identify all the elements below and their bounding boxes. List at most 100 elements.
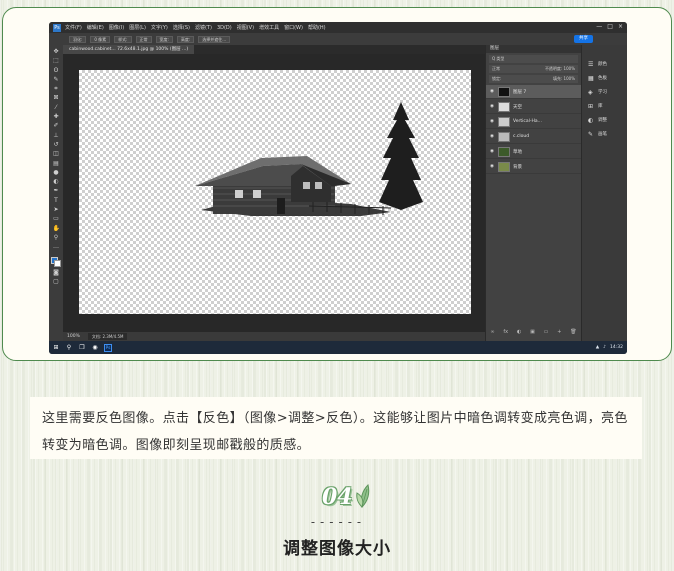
layer-name[interactable]: 背景 xyxy=(513,164,581,170)
menu-window[interactable]: 窗口(W) xyxy=(284,24,303,31)
layer-row[interactable]: ◉ 草地 xyxy=(486,145,581,159)
crop-tool-icon[interactable]: ⌗ xyxy=(53,86,60,92)
layer-row[interactable]: ◉ c.cloud xyxy=(486,130,581,144)
divider-dashes: ------ xyxy=(309,515,365,529)
layer-style-icon[interactable]: fx xyxy=(503,329,508,335)
layer-row[interactable]: ◉ 天空 xyxy=(486,100,581,114)
screen-mode-icon[interactable]: ▢ xyxy=(53,279,60,285)
eye-icon[interactable]: ◉ xyxy=(490,134,495,139)
document-tab[interactable]: cabinwood.cabinet... 72.6x48.1.jpg @ 100… xyxy=(63,45,195,54)
feather-input[interactable]: 0 像素 xyxy=(90,35,111,43)
dock-adjustments[interactable]: ◐ 调整 xyxy=(582,113,627,127)
lasso-tool-icon[interactable]: ʘ xyxy=(53,67,60,74)
quick-select-tool-icon[interactable]: ✎ xyxy=(53,76,60,83)
move-tool-icon[interactable]: ✥ xyxy=(53,49,60,55)
menu-3d[interactable]: 3D(D) xyxy=(217,25,232,31)
dock-brushes[interactable]: ✎ 画笔 xyxy=(582,127,627,141)
minimize-icon[interactable]: — xyxy=(596,23,602,30)
select-and-mask-button[interactable]: 选择并遮住... xyxy=(198,35,231,43)
layer-mask-icon[interactable]: ▣ xyxy=(530,329,535,335)
link-layers-icon[interactable]: ∞ xyxy=(490,329,494,335)
menu-plugins[interactable]: 增效工具 xyxy=(259,24,279,31)
frame-tool-icon[interactable]: ⊠ xyxy=(53,95,60,101)
layer-name[interactable]: 图层 7 xyxy=(513,89,581,95)
stamp-tool-icon[interactable]: ⊥ xyxy=(53,132,60,139)
feather-label: 羽化: xyxy=(69,35,87,43)
layer-name[interactable]: 草地 xyxy=(513,149,581,155)
eye-icon[interactable]: ◉ xyxy=(490,104,495,109)
leaf-icon xyxy=(356,484,370,508)
eye-icon[interactable]: ◉ xyxy=(490,89,495,94)
layer-row[interactable]: ◉ 图层 7 xyxy=(486,85,581,99)
dock-color[interactable]: ☰ 颜色 xyxy=(582,57,627,71)
menu-view[interactable]: 视图(V) xyxy=(237,24,254,31)
blur-tool-icon[interactable]: ● xyxy=(53,169,60,176)
type-tool-icon[interactable]: T xyxy=(53,197,60,204)
layer-name[interactable]: Vertical-Ha... xyxy=(513,119,581,124)
menu-type[interactable]: 文字(Y) xyxy=(151,24,168,31)
layers-panel-title[interactable]: 图层 xyxy=(486,45,581,53)
photoshop-taskbar-icon[interactable]: Ps xyxy=(104,343,112,352)
style-select[interactable]: 正常 xyxy=(135,35,152,43)
menu-select[interactable]: 选择(S) xyxy=(173,24,190,31)
maximize-icon[interactable]: □ xyxy=(607,23,613,30)
transparent-canvas[interactable] xyxy=(79,70,471,314)
eyedropper-tool-icon[interactable]: ⁄ xyxy=(53,104,60,111)
quick-mask-icon[interactable]: ◙ xyxy=(53,269,60,276)
dock-learn[interactable]: ◈ 学习 xyxy=(582,85,627,99)
hand-tool-icon[interactable]: ✋ xyxy=(53,225,60,232)
dock-swatches[interactable]: ▦ 色板 xyxy=(582,71,627,85)
opacity-field[interactable]: 不透明度: 100% xyxy=(545,65,575,73)
network-icon[interactable]: ▲ xyxy=(596,345,599,350)
task-view-icon[interactable]: ❐ xyxy=(78,344,86,352)
brushes-panel-icon: ✎ xyxy=(588,130,594,138)
zoom-level[interactable]: 100% xyxy=(67,334,80,339)
delete-layer-icon[interactable]: 🗑 xyxy=(570,329,576,335)
layer-filter[interactable]: Q 类型 xyxy=(489,55,578,63)
more-tools-icon[interactable]: … xyxy=(53,244,60,250)
edge-browser-icon[interactable]: ◉ xyxy=(91,344,99,352)
windows-start-icon[interactable]: ⊞ xyxy=(52,344,60,352)
layer-row[interactable]: ◉ 背景 xyxy=(486,160,581,174)
eye-icon[interactable]: ◉ xyxy=(490,119,495,124)
gradient-tool-icon[interactable]: ▤ xyxy=(53,160,60,167)
path-select-icon[interactable]: ➤ xyxy=(53,207,60,213)
new-layer-icon[interactable]: + xyxy=(557,329,561,335)
menu-layer[interactable]: 图层(L) xyxy=(129,24,146,31)
eye-icon[interactable]: ◉ xyxy=(490,164,495,169)
group-icon[interactable]: ▭ xyxy=(544,329,549,335)
share-button[interactable]: 共享 xyxy=(574,35,593,43)
canvas-area[interactable] xyxy=(63,54,485,332)
pen-tool-icon[interactable]: ✒ xyxy=(53,188,60,194)
volume-icon[interactable]: ♪ xyxy=(603,345,606,350)
taskbar-clock[interactable]: 14:32 xyxy=(610,345,623,350)
eraser-tool-icon[interactable]: ◫ xyxy=(53,151,60,157)
adjustment-layer-icon[interactable]: ◐ xyxy=(517,329,521,335)
foreground-background-swatch[interactable] xyxy=(51,256,61,267)
eye-icon[interactable]: ◉ xyxy=(490,149,495,154)
dock-label: 画笔 xyxy=(598,132,607,137)
menu-filter[interactable]: 滤镜(T) xyxy=(195,24,212,31)
brush-tool-icon[interactable]: ✐ xyxy=(53,123,60,129)
layer-name[interactable]: 天空 xyxy=(513,104,581,110)
menu-edit[interactable]: 编辑(E) xyxy=(87,24,104,31)
blend-opacity-row[interactable]: 正常 不透明度: 100% xyxy=(489,65,578,73)
zoom-tool-icon[interactable]: ⚲ xyxy=(53,234,60,241)
marquee-tool-icon[interactable]: ⬚ xyxy=(53,58,60,64)
blend-mode-select[interactable]: 正常 xyxy=(492,65,500,73)
layer-name[interactable]: c.cloud xyxy=(513,134,581,139)
dodge-tool-icon[interactable]: ◐ xyxy=(53,179,60,185)
close-icon[interactable]: × xyxy=(618,23,623,30)
menu-file[interactable]: 文件(F) xyxy=(65,24,82,31)
search-icon[interactable]: ⚲ xyxy=(65,344,73,352)
shape-tool-icon[interactable]: ▭ xyxy=(53,216,60,222)
healing-tool-icon[interactable]: ✚ xyxy=(53,114,60,120)
background-color[interactable] xyxy=(54,259,61,267)
menu-image[interactable]: 图像(I) xyxy=(109,24,124,31)
layer-row[interactable]: ◉ Vertical-Ha... xyxy=(486,115,581,129)
fill-field[interactable]: 填充: 100% xyxy=(553,75,575,83)
history-brush-icon[interactable]: ↺ xyxy=(53,141,60,148)
menu-help[interactable]: 帮助(H) xyxy=(308,24,326,31)
dock-libraries[interactable]: ⊞ 库 xyxy=(582,99,627,113)
screenshot-card: Ps 文件(F) 编辑(E) 图像(I) 图层(L) 文字(Y) 选择(S) 滤… xyxy=(2,7,672,361)
